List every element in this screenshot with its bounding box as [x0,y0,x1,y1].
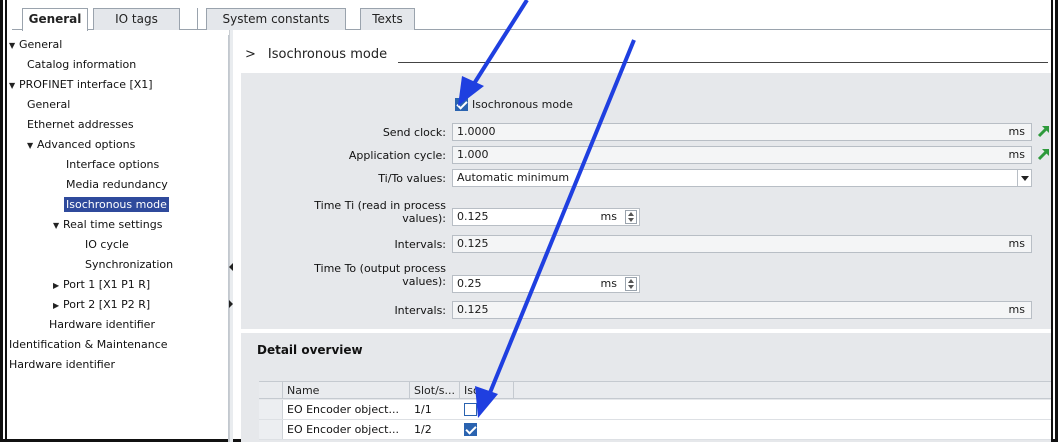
tab-io-tags[interactable]: IO tags [93,8,180,30]
section-header[interactable]: > Isochronous mode [245,47,387,62]
to-intervals-unit: ms [1008,303,1025,316]
column-header-iso[interactable]: Iso... [460,382,514,399]
expand-down-icon[interactable]: ▼ [27,136,37,156]
time-to-label-line1: Time To (output process [314,262,446,275]
send-clock-value: 1.0000 [457,125,496,138]
nav-item-media-redundancy[interactable]: Media redundancy [66,175,168,195]
spin-updown-icon[interactable] [625,277,637,291]
ti-intervals-field[interactable]: 0.125 ms [452,235,1032,253]
expand-down-icon[interactable]: ▼ [9,76,19,96]
go-to-link-icon[interactable] [1037,147,1051,161]
dropdown-arrow-icon[interactable] [1017,170,1031,186]
expand-right-icon[interactable]: ▶ [53,296,63,316]
column-header-slot[interactable]: Slot/s... [410,382,460,399]
tab-bar: General IO tags System constants Texts [12,0,1052,31]
nav-item-hardware-identifier-interface[interactable]: Hardware identifier [49,315,155,335]
tab-texts[interactable]: Texts [360,8,415,30]
application-cycle-value: 1.000 [457,148,489,161]
isochronous-mode-checkbox-row[interactable]: Isochronous mode [455,98,573,111]
frame-edge-left [5,0,7,442]
nav-item-hardware-identifier[interactable]: Hardware identifier [9,355,115,375]
application-cycle-field[interactable]: 1.000 ms [452,146,1032,164]
time-to-label-line2: values): [402,275,446,288]
nav-item-interface-general[interactable]: General [27,95,70,115]
chevron-right-icon: > [245,47,256,62]
detail-table-header: Name Slot/s... Iso... [259,381,1053,399]
nav-item-advanced-options[interactable]: ▼ Advanced options [27,135,135,155]
application-cycle-unit: ms [1008,148,1025,161]
time-ti-field[interactable]: 0.125 ms [452,208,640,226]
to-intervals-label: Intervals: [394,304,446,317]
expand-down-icon[interactable]: ▼ [53,216,63,236]
cell-name: EO Encoder object... [287,423,399,436]
cell-slot: 1/2 [414,423,432,436]
time-to-field[interactable]: 0.25 ms [452,275,640,293]
nav-item-port-2[interactable]: ▶ Port 2 [X1 P2 R] [53,295,150,315]
tab-system-constants[interactable]: System constants [206,8,346,30]
time-ti-unit: ms [600,210,617,223]
send-clock-label: Send clock: [382,126,446,139]
nav-item-ethernet-addresses[interactable]: Ethernet addresses [27,115,134,135]
cell-name: EO Encoder object... [287,403,399,416]
expand-down-icon[interactable]: ▼ [9,36,19,56]
ti-intervals-label: Intervals: [394,238,446,251]
cell-slot: 1/1 [414,403,432,416]
nav-item-synchronization[interactable]: Synchronization [85,255,173,275]
navigation-tree: ▼ General Catalog information ▼ PROFINET i… [9,35,229,442]
tab-divider [197,8,198,30]
isochronous-mode-checkbox[interactable] [455,98,468,111]
application-cycle-label: Application cycle: [348,149,446,162]
row-header[interactable] [259,400,283,419]
iso-checkbox[interactable] [464,403,477,416]
to-intervals-field[interactable]: 0.125 ms [452,301,1032,319]
time-ti-label-line1: Time Ti (read in process [314,199,446,212]
table-row[interactable]: EO Encoder object... 1/2 [259,420,1053,440]
ti-intervals-value: 0.125 [457,237,489,250]
tab-general[interactable]: General [22,8,88,31]
nav-item-real-time-settings[interactable]: ▼ Real time settings [53,215,162,235]
panel-splitter[interactable] [229,30,233,442]
expand-right-icon[interactable]: ▶ [53,276,63,296]
row-header[interactable] [259,420,283,439]
send-clock-unit: ms [1008,125,1025,138]
nav-item-io-cycle[interactable]: IO cycle [85,235,129,255]
collapse-left-icon[interactable] [229,263,233,271]
cell-iso [460,420,514,439]
nav-item-profinet-interface[interactable]: ▼ PROFINET interface [X1] [9,75,153,95]
nav-item-interface-options[interactable]: Interface options [66,155,159,175]
ti-to-values-select[interactable]: Automatic minimum [452,169,1032,187]
iso-checkbox[interactable] [464,423,477,436]
ti-intervals-unit: ms [1008,237,1025,250]
time-ti-label-line2: values): [402,212,446,225]
table-row[interactable]: EO Encoder object... 1/1 [259,400,1053,420]
frame-edge-right [1051,0,1053,442]
to-intervals-value: 0.125 [457,303,489,316]
time-to-unit: ms [600,277,617,290]
nav-item-port-1[interactable]: ▶ Port 1 [X1 P1 R] [53,275,150,295]
ti-to-values-label: Ti/To values: [378,172,446,185]
nav-item-isochronous-mode[interactable]: Isochronous mode [64,195,169,215]
time-to-value: 0.25 [457,277,482,290]
isochronous-mode-label: Isochronous mode [472,98,573,111]
spin-updown-icon[interactable] [625,210,637,224]
section-divider [398,62,1048,63]
go-to-link-icon[interactable] [1037,124,1051,138]
column-header-name[interactable]: Name [283,382,410,399]
time-ti-value: 0.125 [457,210,489,223]
nav-item-general[interactable]: ▼ General [9,35,62,55]
detail-overview-title: Detail overview [257,343,363,357]
nav-item-identification-maintenance[interactable]: Identification & Maintenance [9,335,168,355]
cell-iso [460,400,514,419]
nav-item-catalog-information[interactable]: Catalog information [27,55,136,75]
time-ti-label: Time Ti (read in process values): [300,199,446,225]
ti-to-values-value: Automatic minimum [457,171,570,184]
time-to-label: Time To (output process values): [300,262,446,288]
collapse-right-icon[interactable] [229,300,233,308]
send-clock-field[interactable]: 1.0000 ms [452,123,1032,141]
section-title: Isochronous mode [267,47,388,62]
row-header-corner [259,382,283,399]
